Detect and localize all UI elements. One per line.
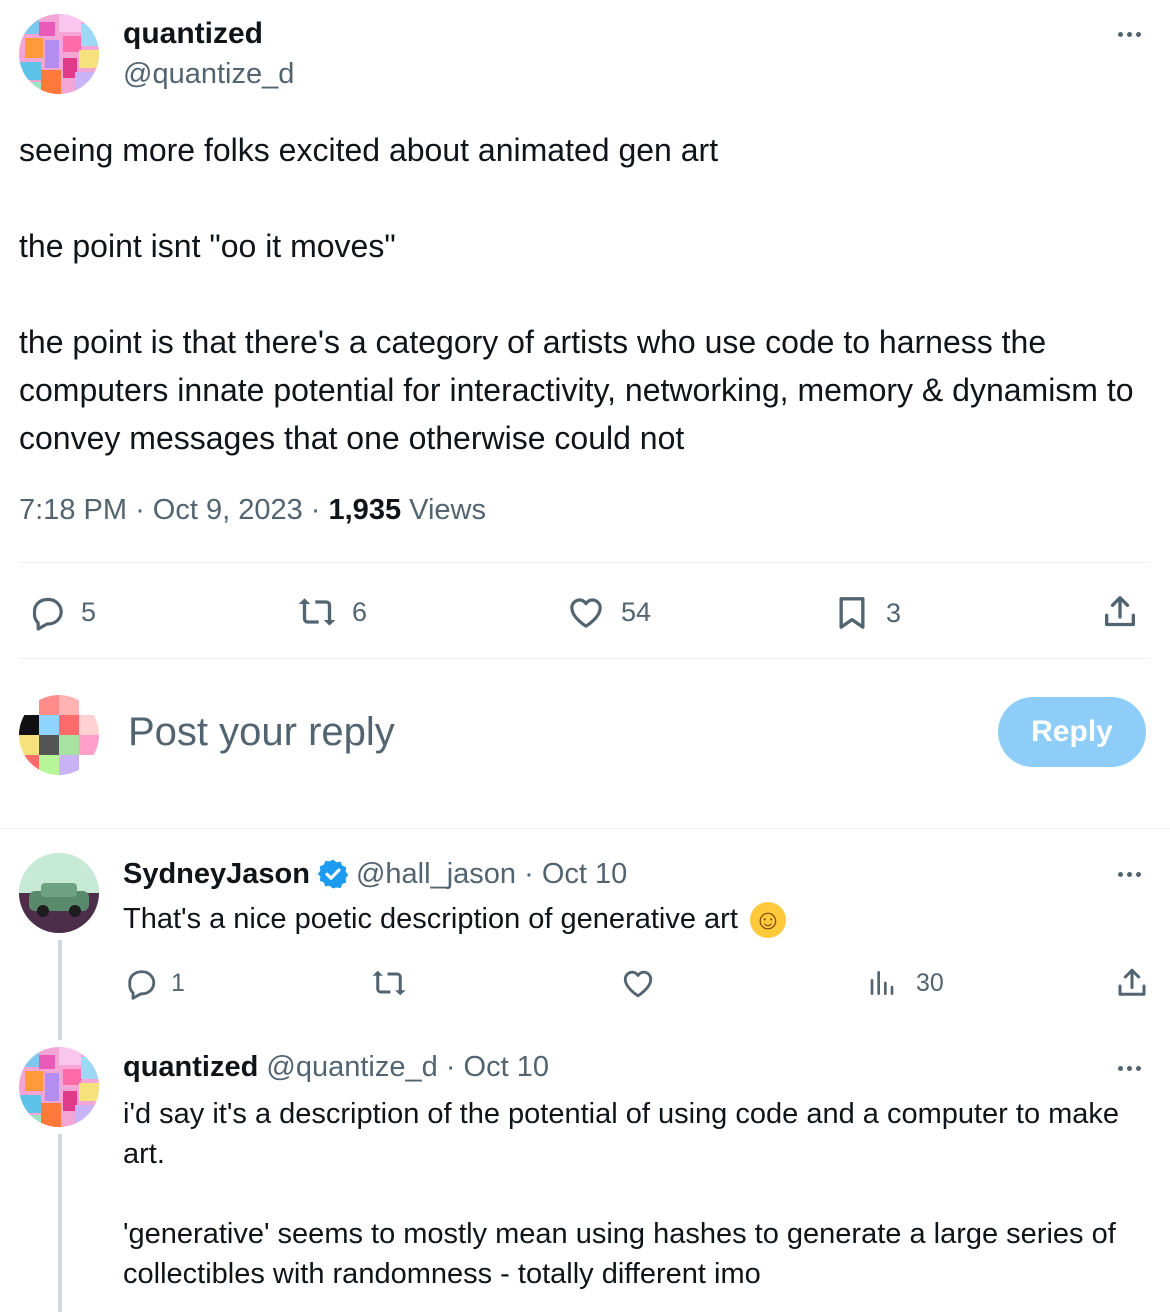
thread-line xyxy=(58,940,62,1040)
reply-handle[interactable]: @hall_jason xyxy=(356,858,516,891)
author-display-name[interactable]: quantized xyxy=(123,17,263,51)
share-icon xyxy=(1105,596,1135,627)
reply-submit-button[interactable]: Reply xyxy=(998,697,1146,767)
views-icon xyxy=(870,971,894,995)
reply-header: quantized @quantize_d · Oct 10 xyxy=(123,1051,549,1083)
reply-handle[interactable]: @quantize_d xyxy=(266,1051,437,1083)
reply-button[interactable]: 1 xyxy=(123,965,185,1001)
author-handle[interactable]: @quantize_d xyxy=(123,58,294,91)
divider xyxy=(19,562,1151,563)
reply-button[interactable]: 5 xyxy=(27,592,96,632)
reply-text: That's a nice poetic description of gene… xyxy=(123,900,786,939)
share-button[interactable] xyxy=(1100,592,1140,632)
reply-avatar[interactable] xyxy=(19,1047,99,1127)
views-label: Views xyxy=(409,494,486,526)
reply-date[interactable]: Oct 10 xyxy=(464,1051,549,1083)
bookmark-button[interactable]: 3 xyxy=(832,592,901,634)
more-icon[interactable] xyxy=(1118,872,1141,877)
more-icon[interactable] xyxy=(1118,1066,1141,1071)
share-icon xyxy=(1118,968,1146,996)
reply-icon xyxy=(128,970,156,1000)
reply-display-name[interactable]: quantized xyxy=(123,1051,258,1083)
tweet-text: seeing more folks excited about animated… xyxy=(19,126,1154,462)
reply-count: 5 xyxy=(81,596,97,627)
reply-date[interactable]: Oct 10 xyxy=(542,858,627,891)
bookmark-count: 3 xyxy=(886,597,902,628)
views-count: 1,935 xyxy=(328,494,402,526)
tweet-paragraph: seeing more folks excited about animated… xyxy=(19,132,719,168)
reply-text: i'd say it's a description of the potent… xyxy=(123,1094,1143,1294)
tweet-paragraph: the point isnt "oo it moves" xyxy=(19,228,396,264)
tweet-paragraph: the point is that there's a category of … xyxy=(19,324,1134,456)
like-count: 54 xyxy=(621,596,652,627)
reply-text-content: That's a nice poetic description of gene… xyxy=(123,903,738,935)
repost-icon xyxy=(298,598,336,626)
verified-badge-icon xyxy=(317,859,349,889)
like-button[interactable]: 54 xyxy=(565,592,651,632)
current-user-avatar[interactable] xyxy=(19,695,99,775)
smiling-face-emoji: ☺ xyxy=(749,902,786,939)
repost-button[interactable]: 6 xyxy=(296,592,367,632)
views-button[interactable]: 30 xyxy=(868,965,944,1001)
author-avatar[interactable] xyxy=(19,14,99,94)
reply-paragraph: i'd say it's a description of the potent… xyxy=(123,1098,1120,1170)
reply-count: 1 xyxy=(171,968,185,997)
tweet-time[interactable]: 7:18 PM xyxy=(19,494,127,526)
views-count: 30 xyxy=(916,968,944,997)
like-button[interactable] xyxy=(619,965,657,1001)
reply-icon xyxy=(32,597,63,631)
reply-display-name[interactable]: SydneyJason xyxy=(123,858,310,891)
reply-avatar[interactable] xyxy=(19,853,99,933)
repost-icon xyxy=(372,970,406,996)
repost-button[interactable] xyxy=(370,965,408,1001)
like-icon xyxy=(570,598,602,628)
tweet-date[interactable]: Oct 9, 2023 xyxy=(153,494,303,526)
repost-count: 6 xyxy=(352,596,368,627)
reply-paragraph: 'generative' seems to mostly mean using … xyxy=(123,1218,1116,1290)
like-icon xyxy=(623,970,653,998)
divider xyxy=(19,658,1151,659)
tweet-meta: 7:18 PM · Oct 9, 2023 · 1,935 Views xyxy=(19,494,486,526)
divider xyxy=(0,828,1170,829)
bookmark-icon xyxy=(839,597,865,629)
thread-line xyxy=(58,1134,62,1312)
share-button[interactable] xyxy=(1114,965,1150,1001)
reply-header: SydneyJason @hall_jason · Oct 10 xyxy=(123,857,628,891)
more-icon[interactable] xyxy=(1118,32,1141,37)
reply-input[interactable]: Post your reply xyxy=(128,710,395,755)
